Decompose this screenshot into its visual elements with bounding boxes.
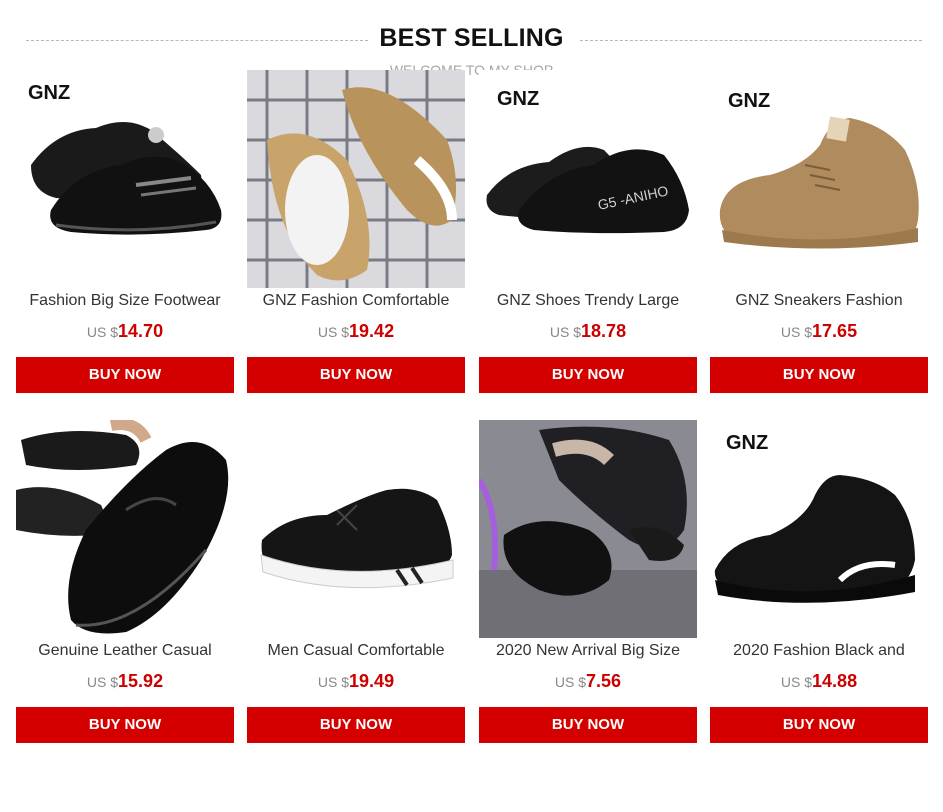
brand-logo: GNZ [728, 90, 771, 112]
product-image[interactable] [247, 70, 465, 288]
buy-now-button[interactable]: BUY NOW [247, 357, 465, 393]
product-name[interactable]: GNZ Fashion Comfortable [247, 292, 465, 310]
price-currency: US $ [549, 324, 582, 340]
buy-now-button[interactable]: BUY NOW [479, 707, 697, 743]
product-image[interactable]: GNZ [16, 70, 234, 288]
price-currency: US $ [780, 674, 813, 690]
price-value: 14.70 [118, 321, 164, 341]
product-image[interactable] [479, 420, 697, 638]
price-value: 18.78 [581, 321, 627, 341]
person-tying-black-sneaker-image [479, 420, 697, 638]
price-currency: US $ [86, 674, 119, 690]
price-value: 19.42 [349, 321, 395, 341]
product-price: US $18.78 [479, 321, 697, 342]
product-price: US $7.56 [479, 671, 697, 692]
product-price: US $15.92 [16, 671, 234, 692]
price-value: 19.49 [349, 671, 395, 691]
buy-now-button[interactable]: BUY NOW [710, 357, 928, 393]
buy-now-button[interactable]: BUY NOW [16, 357, 234, 393]
product-name[interactable]: Fashion Big Size Footwear [16, 292, 234, 310]
product-name[interactable]: 2020 New Arrival Big Size [479, 642, 697, 660]
price-value: 17.65 [812, 321, 858, 341]
price-currency: US $ [780, 324, 813, 340]
product-price: US $19.42 [247, 321, 465, 342]
price-value: 7.56 [586, 671, 622, 691]
black-leather-loafer-image [16, 420, 229, 634]
price-currency: US $ [317, 324, 350, 340]
product-image[interactable]: G5 -ANIHO GNZ [479, 70, 697, 288]
buy-now-button[interactable]: BUY NOW [247, 707, 465, 743]
product-name[interactable]: GNZ Shoes Trendy Large [479, 292, 697, 310]
price-currency: US $ [317, 674, 350, 690]
khaki-sneaker-pair-on-grid-image [247, 70, 465, 288]
brand-logo: GNZ [28, 82, 71, 104]
price-value: 14.88 [812, 671, 858, 691]
product-price: US $19.49 [247, 671, 465, 692]
brand-logo: GNZ [726, 432, 769, 454]
price-currency: US $ [86, 324, 119, 340]
section-title: BEST SELLING [379, 24, 564, 52]
product-name[interactable]: Genuine Leather Casual [16, 642, 234, 660]
product-image[interactable]: GNZ [710, 70, 928, 288]
product-name[interactable]: Men Casual Comfortable [247, 642, 465, 660]
product-image[interactable]: GNZ [710, 420, 928, 638]
product-image[interactable] [16, 420, 234, 638]
price-currency: US $ [554, 674, 587, 690]
section-header: BEST SELLING WELCOME TO MY SHOP [0, 0, 943, 80]
product-price: US $14.88 [710, 671, 928, 692]
buy-now-button[interactable]: BUY NOW [710, 707, 928, 743]
product-name[interactable]: GNZ Sneakers Fashion [710, 292, 928, 310]
product-name[interactable]: 2020 Fashion Black and [710, 642, 928, 660]
brand-logo: GNZ [497, 88, 540, 110]
buy-now-button[interactable]: BUY NOW [16, 707, 234, 743]
product-price: US $17.65 [710, 321, 928, 342]
product-price: US $14.70 [16, 321, 234, 342]
black-white-sole-sneaker-image [260, 488, 454, 589]
price-value: 15.92 [118, 671, 164, 691]
product-image[interactable] [247, 420, 465, 638]
buy-now-button[interactable]: BUY NOW [479, 357, 697, 393]
